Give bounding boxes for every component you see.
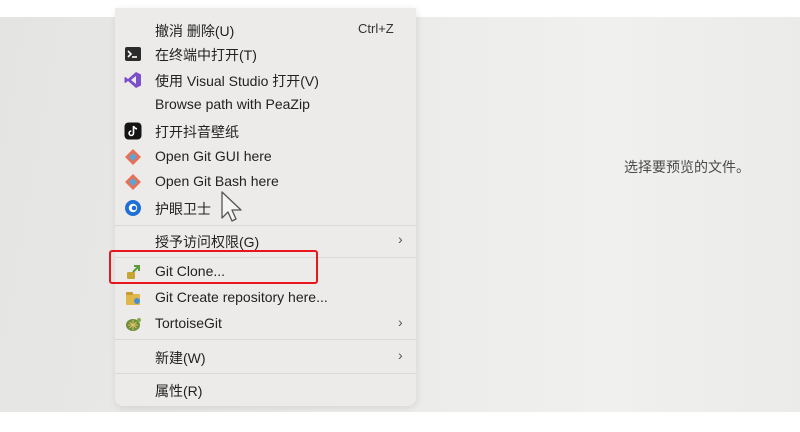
menu-item-undo-delete[interactable]: 撤消 删除(U) Ctrl+Z — [115, 18, 416, 42]
menu-item-label: 撤消 删除(U) — [155, 23, 235, 39]
menu-item-open-git-bash[interactable]: Open Git Bash here — [115, 170, 416, 194]
menu-item-new[interactable]: 新建(W) › — [115, 345, 416, 369]
context-menu: 撤消 删除(U) Ctrl+Z 在终端中打开(T) 使用 Visual Stud… — [115, 8, 416, 406]
preview-pane — [420, 17, 800, 412]
git-bash-icon — [124, 173, 142, 191]
menu-item-label: Open Git GUI here — [155, 148, 272, 164]
visual-studio-icon — [124, 71, 142, 89]
annotation-highlight-box — [109, 250, 318, 284]
menu-item-label: TortoiseGit — [155, 315, 222, 331]
douyin-icon — [124, 122, 142, 140]
menu-item-label: 在终端中打开(T) — [155, 47, 257, 63]
menu-item-label: 新建(W) — [155, 350, 206, 366]
menu-item-eye-guard[interactable]: 护眼卫士 — [115, 196, 416, 220]
git-gui-icon — [124, 148, 142, 166]
menu-item-label: 护眼卫士 — [155, 201, 211, 217]
tortoisegit-icon — [124, 315, 142, 333]
terminal-icon — [124, 45, 142, 63]
submenu-chevron-icon: › — [398, 231, 403, 247]
menu-item-label: 授予访问权限(G) — [155, 234, 260, 250]
menu-item-open-git-gui[interactable]: Open Git GUI here — [115, 145, 416, 169]
menu-separator — [115, 225, 416, 226]
submenu-chevron-icon: › — [398, 347, 403, 363]
mouse-cursor-icon — [220, 190, 246, 229]
menu-item-open-in-terminal[interactable]: 在终端中打开(T) — [115, 42, 416, 66]
menu-item-browse-peazip[interactable]: Browse path with PeaZip — [115, 93, 416, 117]
menu-item-label: Browse path with PeaZip — [155, 96, 310, 112]
menu-item-douyin-wallpaper[interactable]: 打开抖音壁纸 — [115, 119, 416, 143]
eye-guard-icon — [124, 199, 142, 217]
submenu-chevron-icon: › — [398, 314, 403, 330]
menu-separator — [115, 339, 416, 340]
menu-item-label: 属性(R) — [155, 383, 203, 399]
menu-item-label: 打开抖音壁纸 — [155, 124, 239, 140]
menu-item-tortoisegit[interactable]: TortoiseGit › — [115, 312, 416, 336]
menu-item-properties[interactable]: 属性(R) — [115, 378, 416, 402]
menu-item-label: Git Create repository here... — [155, 289, 328, 305]
menu-item-label: 使用 Visual Studio 打开(V) — [155, 73, 319, 89]
menu-item-git-create-repo[interactable]: Git Create repository here... — [115, 286, 416, 310]
menu-item-shortcut: Ctrl+Z — [358, 21, 394, 36]
preview-message: 选择要预览的文件。 — [624, 159, 750, 175]
menu-item-open-visual-studio[interactable]: 使用 Visual Studio 打开(V) — [115, 68, 416, 92]
tortoisegit-create-repo-icon — [124, 289, 142, 307]
photo-border-bottom — [0, 412, 800, 432]
menu-item-label: Open Git Bash here — [155, 173, 279, 189]
menu-separator — [115, 373, 416, 374]
